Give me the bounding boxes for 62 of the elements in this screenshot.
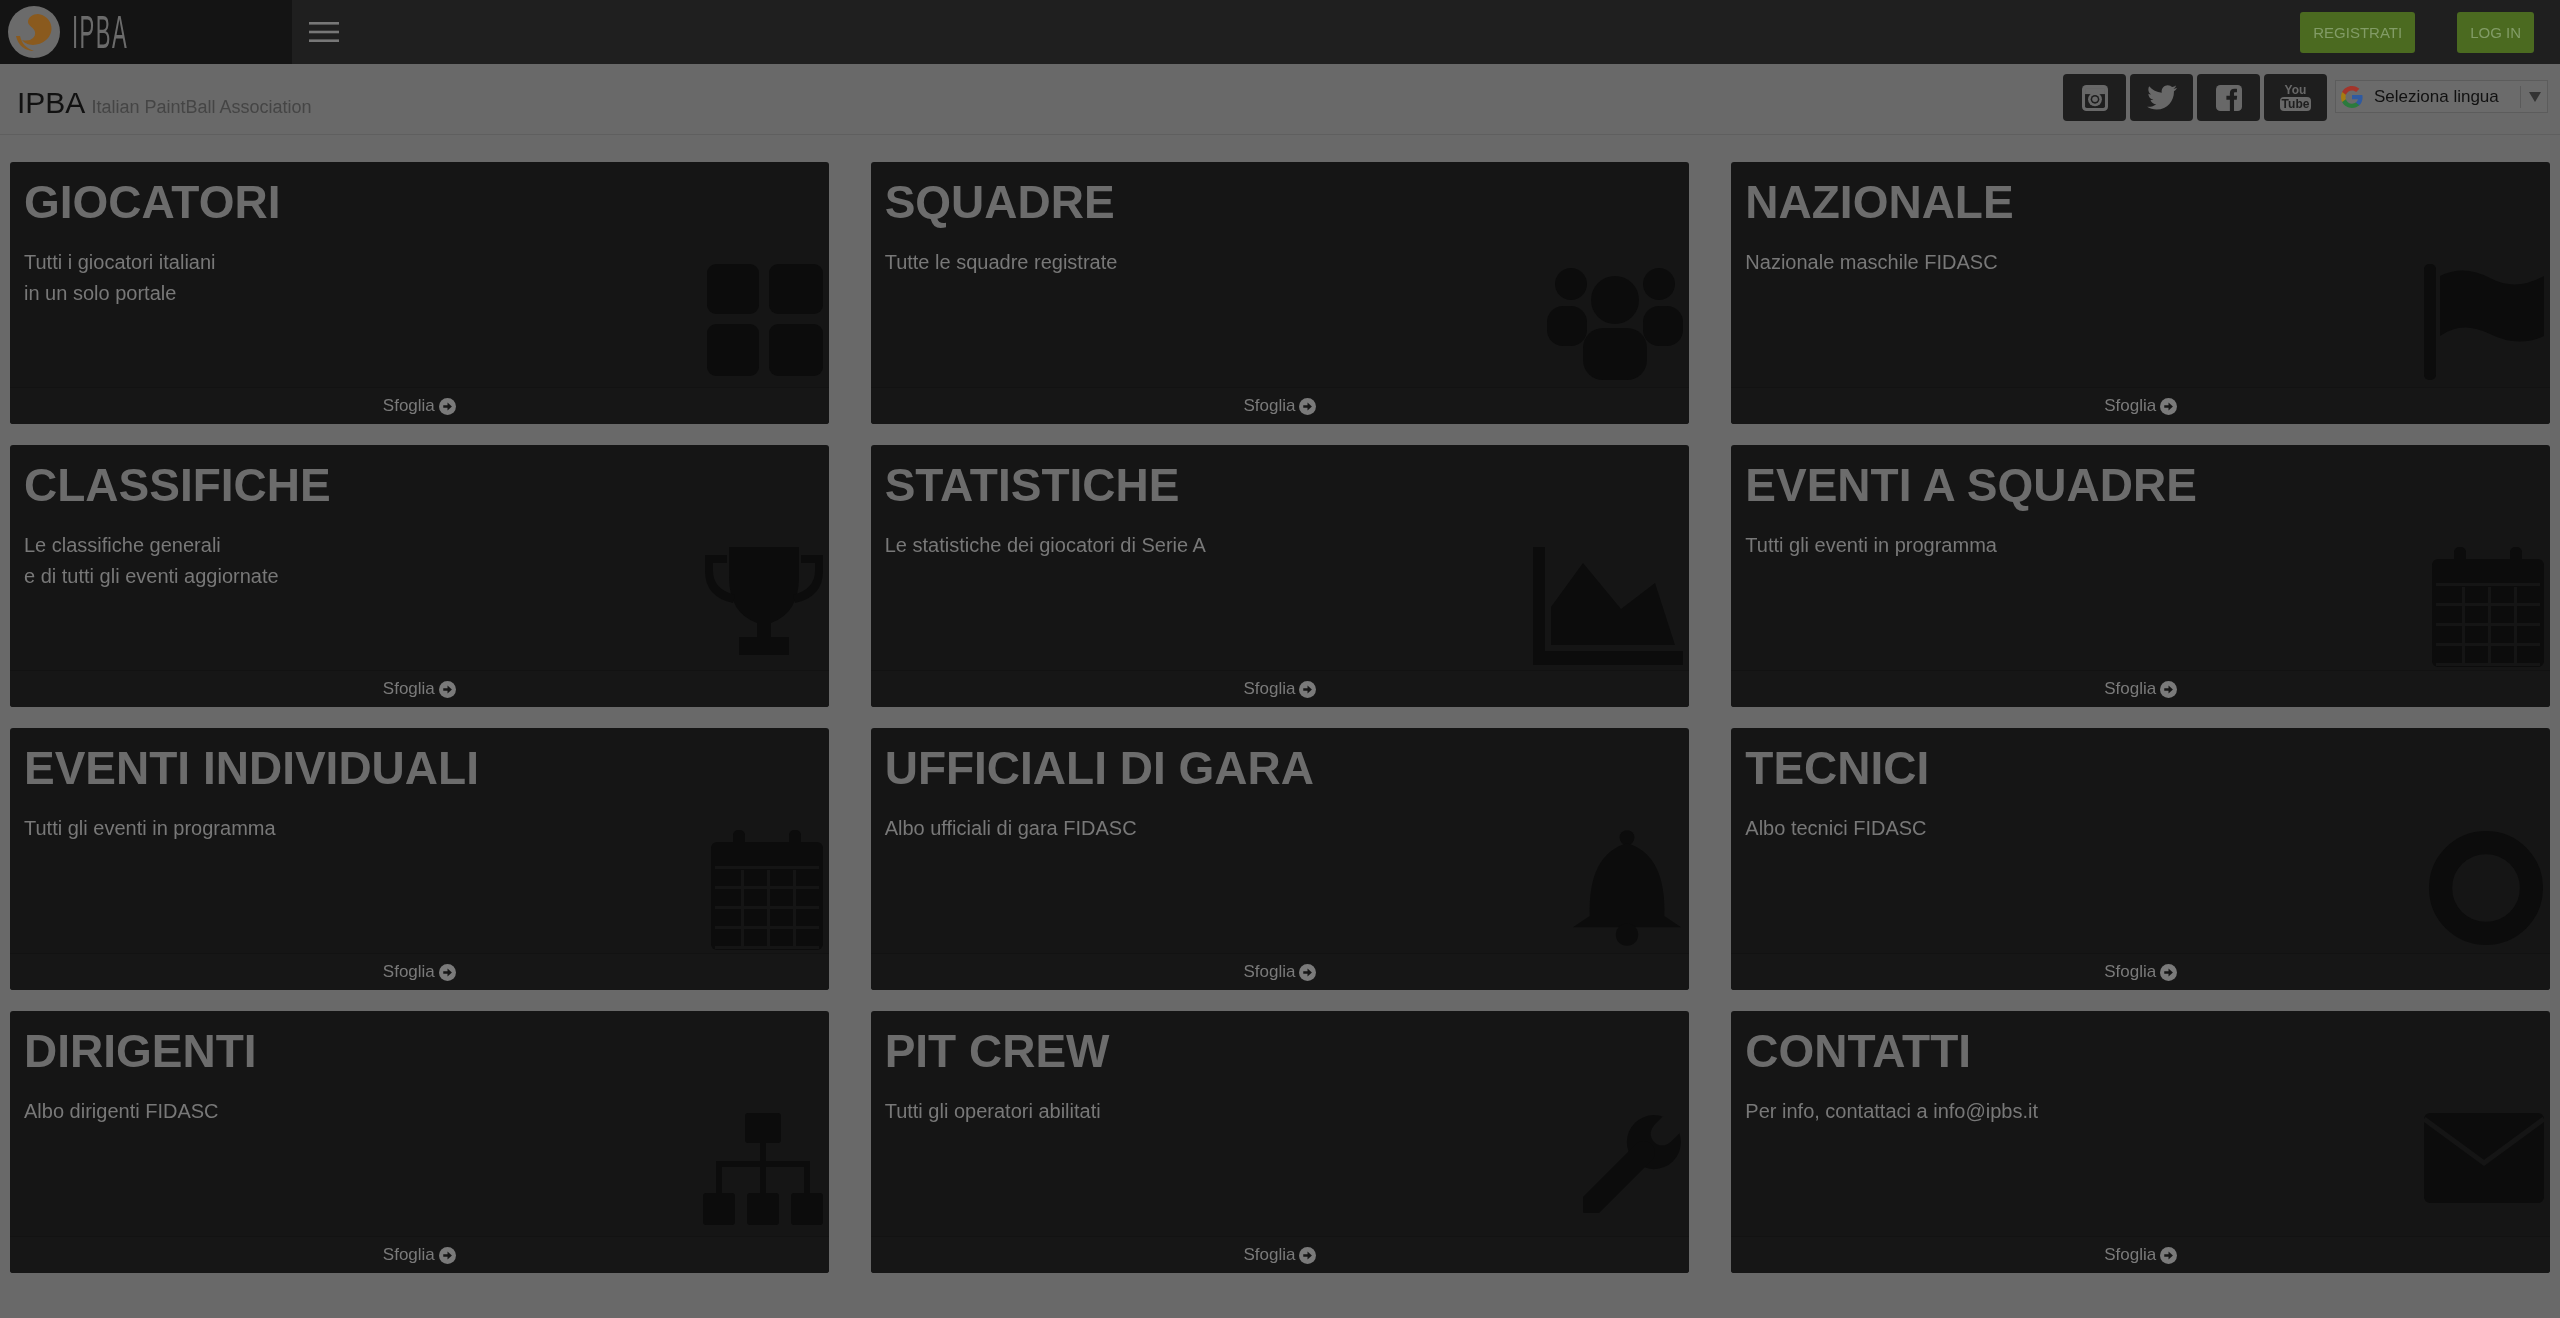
card-description: Tutti gli eventi in programma [24, 816, 277, 841]
browse-link[interactable]: Sfoglia [382, 962, 456, 982]
card-title: UFFICIALI DI GARA [884, 743, 1315, 794]
google-icon [2341, 85, 2363, 108]
arrow-circle-icon [2160, 680, 2178, 698]
card-title: STATISTICHE [884, 460, 1181, 511]
arrow-circle-icon [1299, 680, 1317, 698]
card-description: Albo dirigenti FIDASC [24, 1099, 220, 1124]
card-description: Tutte le squadre registrate [884, 250, 1119, 275]
site-title: IPBA [17, 86, 86, 120]
card-title: PIT CREW [884, 1026, 1111, 1077]
arrow-circle-icon [1299, 397, 1317, 415]
card-title: SQUADRE [884, 177, 1116, 228]
browse-link[interactable]: Sfoglia [2104, 1245, 2178, 1265]
arrow-circle-icon [438, 680, 456, 698]
browse-link[interactable]: Sfoglia [382, 679, 456, 699]
facebook-icon [2215, 84, 2242, 111]
logo-icon[interactable] [8, 6, 60, 58]
card-description: Tutti i giocatori italiani in un solo portale [24, 250, 217, 306]
browse-link[interactable]: Sfoglia [1243, 962, 1317, 982]
browse-link[interactable]: Sfoglia [2104, 396, 2178, 416]
arrow-circle-icon [438, 963, 456, 981]
browse-link[interactable]: Sfoglia [1243, 679, 1317, 699]
card-description: Nazionale maschile FIDASC [1745, 250, 1999, 275]
browse-link[interactable]: Sfoglia [2104, 679, 2178, 699]
card-description: Per info, contattaci a info@ipbs.it [1745, 1099, 2039, 1124]
card-title: TECNICI [1745, 743, 1931, 794]
language-select[interactable]: Seleziona lingua [2335, 80, 2548, 113]
arrow-circle-icon [2160, 397, 2178, 415]
card-title: NAZIONALE [1745, 177, 2015, 228]
youtube-button[interactable]: You Tube [2264, 74, 2327, 121]
browse-link[interactable]: Sfoglia [382, 1245, 456, 1265]
card-title: DIRIGENTI [24, 1026, 258, 1077]
menu-icon[interactable] [309, 22, 339, 42]
arrow-circle-icon [438, 397, 456, 415]
browse-link[interactable]: Sfoglia [382, 396, 456, 416]
arrow-circle-icon [2160, 1246, 2178, 1264]
card-description: Le classifiche generali e di tutti gli eventi aggiornate [24, 533, 280, 589]
card-description: Tutti gli eventi in programma [1745, 533, 1998, 558]
social-button[interactable] [2197, 74, 2260, 121]
card-title: CLASSIFICHE [24, 460, 332, 511]
instagram-icon [2081, 84, 2108, 111]
card-description: Albo tecnici FIDASC [1745, 816, 1928, 841]
card-title: EVENTI INDIVIDUALI [24, 743, 480, 794]
arrow-circle-icon [1299, 963, 1317, 981]
arrow-circle-icon [2160, 963, 2178, 981]
social-button[interactable] [2130, 74, 2193, 121]
browse-link[interactable]: Sfoglia [1243, 396, 1317, 416]
browse-link[interactable]: Sfoglia [1243, 1245, 1317, 1265]
card-title: CONTATTI [1745, 1026, 1972, 1077]
caret-icon [2529, 91, 2541, 102]
social-button[interactable] [2063, 74, 2126, 121]
card-title: EVENTI A SQUADRE [1745, 460, 2198, 511]
twitter-icon [2146, 85, 2177, 110]
card-description: Le statistiche dei giocatori di Serie A [884, 533, 1207, 558]
arrow-circle-icon [1299, 1246, 1317, 1264]
arrow-circle-icon [438, 1246, 456, 1264]
browse-link[interactable]: Sfoglia [2104, 962, 2178, 982]
card-title: GIOCATORI [24, 177, 282, 228]
logo-text: IPBA [72, 10, 129, 54]
card-description: Albo ufficiali di gara FIDASC [884, 816, 1138, 841]
card-description: Tutti gli operatori abilitati [884, 1099, 1102, 1124]
